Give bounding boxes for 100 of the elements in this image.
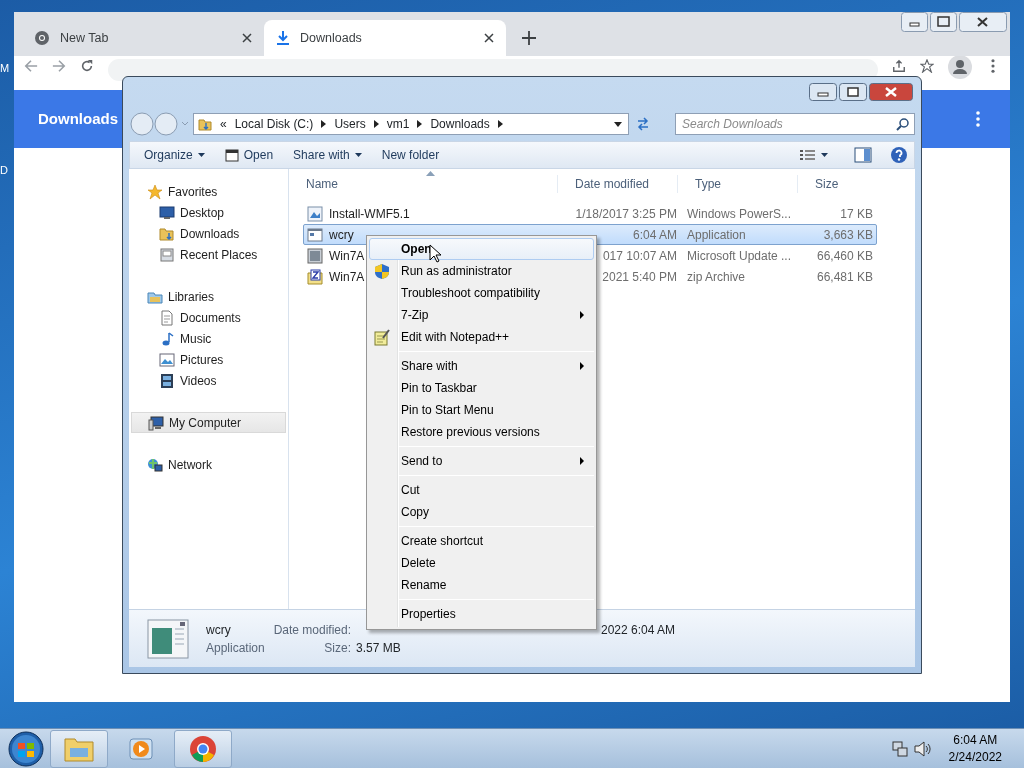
- field-label: Date modified:: [273, 621, 351, 639]
- breadcrumb-item[interactable]: «: [220, 115, 227, 133]
- network-icon[interactable]: [890, 739, 909, 758]
- address-field[interactable]: « Local Disk (C:) Users vm1 Downloads: [193, 113, 629, 135]
- share-icon[interactable]: [892, 59, 906, 73]
- dropdown-icon[interactable]: [614, 121, 622, 127]
- chevron-icon: [373, 120, 379, 128]
- nav-item[interactable]: Downloads: [129, 223, 288, 244]
- shield-icon: [374, 263, 390, 280]
- taskbar-button[interactable]: [174, 729, 232, 768]
- close-icon[interactable]: [242, 33, 252, 43]
- menu-item[interactable]: Rename: [369, 574, 594, 596]
- breadcrumb-item[interactable]: Local Disk (C:): [234, 115, 314, 133]
- application-icon: [147, 618, 189, 659]
- star-icon[interactable]: [920, 59, 934, 73]
- maximize-icon[interactable]: [839, 83, 867, 101]
- view-icon[interactable]: [799, 148, 817, 162]
- submenu-arrow-icon: [580, 457, 584, 465]
- clock[interactable]: 6:04 AM 2/24/2022: [948, 732, 1002, 765]
- menu-item[interactable]: Share with: [369, 355, 594, 377]
- start-button-icon[interactable]: [6, 730, 46, 767]
- chevron-icon: [321, 120, 327, 128]
- menu-item[interactable]: Delete: [369, 552, 594, 574]
- menu-icon[interactable]: [976, 111, 980, 127]
- notepad-icon: [374, 329, 390, 346]
- sort-arrow-icon: [426, 171, 435, 176]
- desktop-icon-label[interactable]: M: [0, 63, 10, 74]
- recent-places-icon: [159, 246, 175, 263]
- file-date: 2021 5:40 PM: [601, 268, 678, 286]
- nav-item[interactable]: My Computer: [131, 412, 286, 433]
- breadcrumb-item[interactable]: Users: [334, 115, 366, 133]
- menu-item[interactable]: Pin to Start Menu: [369, 399, 594, 421]
- maximize-icon[interactable]: [930, 12, 957, 32]
- toolbar-button[interactable]: New folder: [373, 143, 448, 167]
- toolbar-button[interactable]: Share with: [285, 143, 370, 167]
- menu-item[interactable]: Cut: [369, 479, 594, 501]
- submenu-arrow-icon: [580, 311, 584, 319]
- minimize-icon[interactable]: [901, 12, 928, 32]
- file-date: 1/18/2017 3:25 PM: [574, 205, 678, 223]
- profile-icon[interactable]: [948, 55, 972, 79]
- cursor-icon: [429, 244, 441, 263]
- nav-item[interactable]: Libraries: [129, 286, 288, 307]
- menu-item[interactable]: Open: [369, 238, 594, 260]
- field-label: Size:: [323, 639, 351, 657]
- menu-item[interactable]: Edit with Notepad++: [369, 326, 594, 348]
- menu-item[interactable]: Copy: [369, 501, 594, 523]
- application-icon: [307, 226, 323, 243]
- desktop-icon: [159, 204, 175, 221]
- close-icon[interactable]: [869, 83, 913, 101]
- toolbar-button[interactable]: Organize: [136, 143, 213, 167]
- nav-item[interactable]: Recent Places: [129, 244, 288, 265]
- close-icon[interactable]: [959, 12, 1007, 32]
- column-header[interactable]: Date modified: [558, 175, 678, 193]
- browser-tab[interactable]: New Tab: [22, 20, 264, 56]
- menu-item[interactable]: Properties: [369, 603, 594, 625]
- file-size: 66,481 KB: [815, 268, 873, 286]
- nav-item[interactable]: Desktop: [129, 202, 288, 223]
- new-tab-icon[interactable]: [522, 31, 536, 45]
- menu-item[interactable]: Pin to Taskbar: [369, 377, 594, 399]
- file-size: 3,663 KB: [822, 226, 873, 244]
- caret-icon: [354, 153, 362, 157]
- update-file-icon: [307, 247, 323, 264]
- chrome-icon: [34, 30, 50, 46]
- field-value: 3.57 MB: [356, 639, 402, 657]
- forward-icon[interactable]: [52, 59, 66, 73]
- column-header[interactable]: Type: [678, 175, 798, 193]
- network-icon: [147, 456, 163, 473]
- menu-item[interactable]: Run as administrator: [369, 260, 594, 282]
- preview-pane-icon[interactable]: [854, 147, 872, 163]
- nav-item[interactable]: Documents: [129, 307, 288, 328]
- help-icon[interactable]: [890, 146, 908, 164]
- search-field[interactable]: Search Downloads: [675, 113, 915, 135]
- download-icon: [276, 30, 290, 46]
- nav-item[interactable]: Music: [129, 328, 288, 349]
- nav-item[interactable]: Network: [129, 454, 288, 475]
- breadcrumb-item[interactable]: vm1: [386, 115, 410, 133]
- desktop-icon-label[interactable]: D: [0, 165, 8, 176]
- breadcrumb-item[interactable]: Downloads: [430, 115, 490, 133]
- nav-item[interactable]: Favorites: [129, 181, 288, 202]
- media-player-icon: [128, 735, 154, 762]
- pictures-icon: [159, 351, 175, 368]
- browser-tab[interactable]: Downloads: [264, 20, 506, 56]
- script-file-icon: [307, 205, 323, 222]
- column-header[interactable]: Size: [798, 175, 878, 193]
- menu-item[interactable]: 7-Zip: [369, 304, 594, 326]
- nav-item[interactable]: Videos: [129, 370, 288, 391]
- close-icon[interactable]: [484, 33, 494, 43]
- toolbar-button[interactable]: Open: [216, 143, 282, 167]
- file-name: wcry: [206, 621, 232, 639]
- menu-item[interactable]: Create shortcut: [369, 530, 594, 552]
- caret-icon[interactable]: [821, 153, 828, 157]
- reload-icon[interactable]: [80, 59, 94, 73]
- menu-item[interactable]: Send to: [369, 450, 594, 472]
- volume-icon[interactable]: [912, 739, 931, 758]
- folder-icon: [159, 225, 175, 242]
- back-icon[interactable]: [24, 59, 38, 73]
- minimize-icon[interactable]: [809, 83, 837, 101]
- nav-item[interactable]: Pictures: [129, 349, 288, 370]
- menu-item[interactable]: Troubleshoot compatibility: [369, 282, 594, 304]
- menu-item[interactable]: Restore previous versions: [369, 421, 594, 443]
